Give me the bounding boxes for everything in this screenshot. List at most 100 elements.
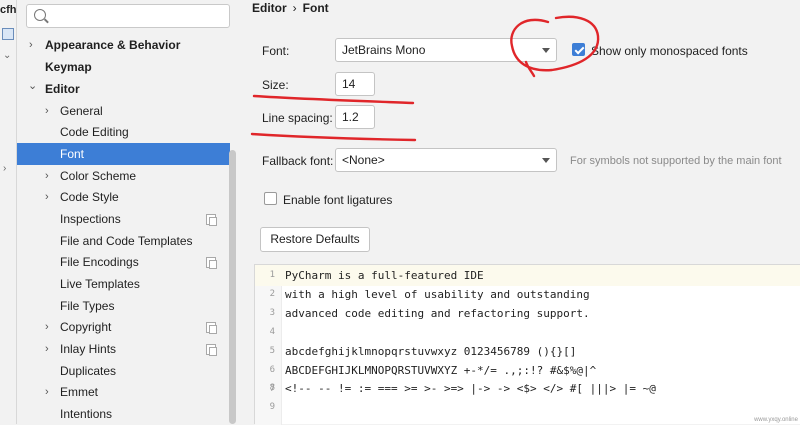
restore-defaults-button[interactable]: Restore Defaults: [260, 227, 370, 252]
preview-text: <!-- -- != := === >= >- >=> |-> -> <$> <…: [285, 382, 656, 395]
size-label: Size:: [262, 78, 289, 92]
preview-line: 5 abcdefghijklmnopqrstuvwxyz 0123456789 (…: [255, 341, 800, 362]
sidebar-item-general[interactable]: › General: [17, 100, 230, 122]
module-icon: [2, 28, 14, 40]
sidebar-item-label: Appearance & Behavior: [45, 38, 181, 52]
sidebar-item-emmet[interactable]: › Emmet: [17, 381, 230, 403]
line-number: 2: [269, 289, 275, 299]
line-number: 5: [269, 346, 275, 356]
sidebar-item-file-code-templates[interactable]: File and Code Templates: [17, 230, 230, 252]
project-scope-icon: [206, 214, 217, 226]
chevron-right-icon: ›: [29, 39, 33, 51]
size-input[interactable]: 14: [335, 72, 375, 96]
sidebar-item-label: Keymap: [45, 60, 92, 74]
preview-line: 4: [255, 322, 800, 343]
project-scope-icon: [206, 322, 217, 334]
sidebar-item-label: File Types: [60, 299, 115, 313]
preview-line: 3 advanced code editing and refactoring s…: [255, 303, 800, 324]
preview-text: abcdefghijklmnopqrstuvwxyz 0123456789 ()…: [285, 345, 577, 358]
chevron-right-icon: ›: [45, 386, 49, 398]
chevron-right-icon: ›: [45, 105, 49, 117]
sidebar-scrollbar[interactable]: [229, 150, 236, 424]
sidebar-item-keymap[interactable]: Keymap: [17, 56, 230, 78]
sidebar-item-appearance-behavior[interactable]: › Appearance & Behavior: [17, 34, 230, 56]
sidebar-item-code-editing[interactable]: Code Editing: [17, 121, 230, 143]
watermark: www.yxqy.online: [754, 417, 798, 423]
sidebar-item-color-scheme[interactable]: › Color Scheme: [17, 165, 230, 187]
breadcrumb-parent[interactable]: Editor: [252, 1, 287, 15]
line-spacing-label: Line spacing:: [262, 111, 333, 125]
sidebar-item-code-style[interactable]: › Code Style: [17, 186, 230, 208]
project-scope-icon: [206, 257, 217, 269]
sidebar-item-label: Copyright: [60, 320, 112, 334]
breadcrumb-current: Font: [302, 1, 329, 15]
sidebar-item-label: File and Code Templates: [60, 234, 193, 248]
sidebar-item-font[interactable]: Font: [17, 143, 230, 165]
breadcrumb-separator: ›: [292, 1, 297, 15]
dropdown-arrow-icon: [542, 48, 550, 53]
left-panel-strip: cfh ⌄ ›: [0, 0, 17, 424]
line-number: 9: [269, 402, 275, 412]
search-icon: [34, 9, 46, 21]
settings-sidebar: › Appearance & Behavior Keymap ⌄ Editor …: [17, 0, 237, 424]
sidebar-item-label: Duplicates: [60, 364, 117, 378]
font-select-value: JetBrains Mono: [342, 43, 426, 57]
preview-line: 2 with a high level of usability and outs…: [255, 284, 800, 305]
line-number: 3: [269, 308, 275, 318]
preview-text: PyCharm is a full-featured IDE: [285, 269, 484, 282]
settings-search-input[interactable]: [26, 4, 230, 28]
sidebar-item-duplicates[interactable]: Duplicates: [17, 360, 230, 382]
chevron-right-icon: ›: [45, 170, 49, 182]
preview-line: 9: [255, 397, 800, 418]
chevron-down-icon: ⌄: [28, 80, 38, 92]
sidebar-item-label: Intentions: [60, 407, 113, 421]
sidebar-item-intentions[interactable]: Intentions: [17, 403, 230, 425]
sidebar-item-label: Inlay Hints: [60, 342, 117, 356]
ligatures-label: Enable font ligatures: [283, 193, 393, 207]
font-settings-panel: Editor › Font Font: JetBrains Mono Show on…: [238, 0, 800, 425]
line-number: 4: [269, 327, 275, 337]
dropdown-arrow-icon: [542, 158, 550, 163]
sidebar-item-label: Editor: [45, 82, 80, 96]
sidebar-item-file-encodings[interactable]: File Encodings: [17, 251, 230, 273]
sidebar-item-live-templates[interactable]: Live Templates: [17, 273, 230, 295]
sidebar-item-label: Inspections: [60, 212, 121, 226]
preview-text: advanced code editing and refactoring su…: [285, 307, 590, 320]
sidebar-item-label: Emmet: [60, 385, 99, 399]
sidebar-item-label: Color Scheme: [60, 169, 137, 183]
preview-line: 1 PyCharm is a full-featured IDE: [255, 265, 800, 286]
sidebar-item-file-types[interactable]: File Types: [17, 295, 230, 317]
chevron-right-icon[interactable]: ›: [3, 163, 6, 174]
font-label: Font:: [262, 44, 290, 58]
sidebar-item-inspections[interactable]: Inspections: [17, 208, 230, 230]
fallback-font-label: Fallback font:: [262, 154, 334, 168]
chevron-right-icon: ›: [45, 191, 49, 203]
ligatures-checkbox[interactable]: [264, 192, 277, 205]
sidebar-item-label: File Encodings: [60, 255, 139, 269]
font-preview-editor[interactable]: 1 PyCharm is a full-featured IDE 2 with a …: [254, 264, 800, 425]
sidebar-item-label: Code Editing: [60, 125, 129, 139]
sidebar-item-editor[interactable]: ⌄ Editor: [17, 78, 230, 100]
project-scope-icon: [206, 344, 217, 356]
chevron-right-icon: ›: [45, 343, 49, 355]
sidebar-item-label: Code Style: [60, 190, 119, 204]
fallback-font-select[interactable]: <None>: [335, 148, 557, 172]
project-name-fragment: cfh: [0, 4, 16, 16]
monospaced-label: Show only monospaced fonts: [591, 44, 748, 58]
line-number: 1: [269, 270, 275, 280]
sidebar-item-label: General: [60, 104, 103, 118]
chevron-down-icon[interactable]: ⌄: [3, 50, 11, 61]
sidebar-item-label: Live Templates: [60, 277, 140, 291]
fallback-font-hint: For symbols not supported by the main fo…: [570, 155, 782, 167]
fallback-font-value: <None>: [342, 153, 385, 167]
line-spacing-input[interactable]: 1.2: [335, 105, 375, 129]
sidebar-item-inlay-hints[interactable]: › Inlay Hints: [17, 338, 230, 360]
preview-text: with a high level of usability and outst…: [285, 288, 590, 301]
preview-line: 8 <!-- -- != := === >= >- >=> |-> -> <$> …: [255, 378, 800, 399]
chevron-right-icon: ›: [45, 321, 49, 333]
font-select[interactable]: JetBrains Mono: [335, 38, 557, 62]
sidebar-item-label: Font: [60, 147, 85, 161]
monospaced-checkbox[interactable]: [572, 43, 585, 56]
sidebar-item-copyright[interactable]: › Copyright: [17, 316, 230, 338]
line-number: 8: [269, 383, 275, 393]
